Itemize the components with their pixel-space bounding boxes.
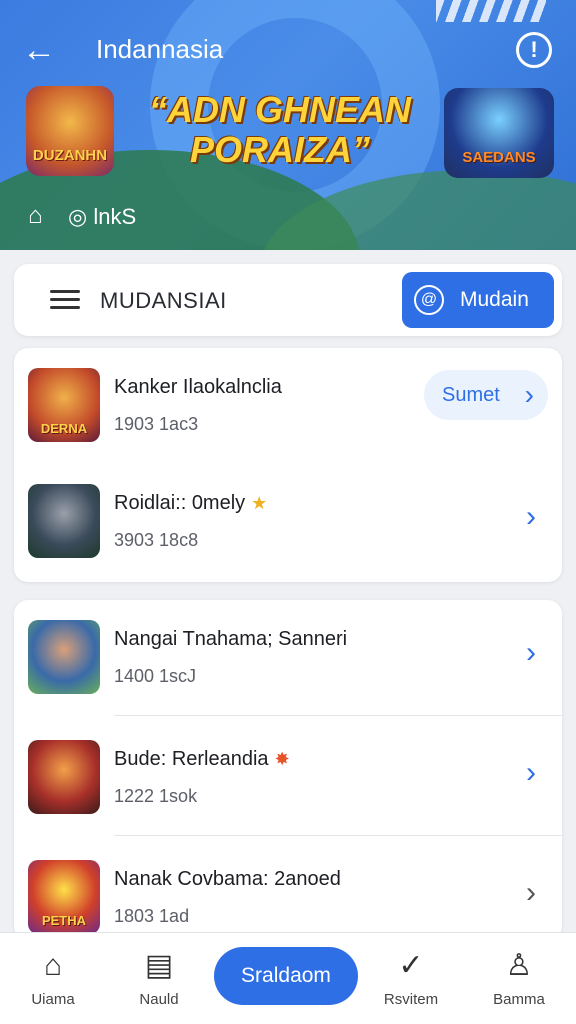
game-thumbnail: DERNA [28,368,100,442]
bottom-navigation: ⌂ Uiama ▤ Nauld Sraldaom ✓ Rsvitem ♙ Bam… [0,932,576,1024]
thumbnail-label: DERNA [40,421,88,436]
item-action-label: Sumet [442,384,500,406]
list-item[interactable]: Bude: Rerleandia ✸ 1222 1sok › [14,720,562,836]
chevron-right-icon[interactable]: › [526,758,536,788]
banner-left-label: DUZANHN [32,147,108,164]
item-title-text: Bude: Rerleandia [114,748,269,770]
toolbar-label: MUDANSIAI [100,288,227,313]
item-subtitle: 1400 1scJ [114,666,197,686]
game-thumbnail [28,620,100,694]
header-banner: ← Indannasia ! DUZANHN “ADN GHNEAN PORAI… [0,0,576,250]
item-title: Nanak Covbama: 2anoed [114,868,341,890]
thumbnail-label: PETHA [41,913,87,928]
star-icon: ★ [251,493,268,513]
list-item[interactable]: Roidlai:: 0mely ★ 3903 18c8 › [14,464,562,580]
profile-icon: ♙ [505,949,533,982]
burst-icon: ✸ [274,749,290,769]
item-subtitle: 1222 1sok [114,786,198,806]
page-title: Indannasia [96,34,224,64]
game-list-card: Nangai Tnahama; Sanneri 1400 1scJ › Bude… [14,600,562,940]
divider [114,715,562,716]
chevron-right-icon[interactable]: › [526,638,536,668]
game-thumbnail [28,484,100,558]
item-subtitle: 3903 18c8 [114,530,199,550]
circle-icon: ◎ [68,204,88,229]
item-title: Nangai Tnahama; Sanneri [114,628,348,650]
links-label: lnkS [93,204,137,229]
home-icon[interactable]: ⌂ [28,202,43,230]
item-title: Bude: Rerleandia ✸ [114,748,290,771]
list-item[interactable]: DERNA Kanker Ilaokalnclia 1903 1ac3 Sume… [14,348,562,464]
banner-right-label: SAEDANS [462,149,536,166]
news-icon: ▤ [144,949,174,982]
home-icon: ⌂ [43,949,63,982]
nav-label: Nauld [139,991,179,1008]
banner-game-image-right[interactable]: SAEDANS [444,88,554,178]
chevron-right-icon[interactable]: › [526,878,536,908]
chevron-right-icon[interactable]: › [526,502,536,532]
item-subtitle: 1903 1ac3 [114,414,199,434]
nav-label: Uiama [31,991,75,1008]
game-thumbnail: PETHA [28,860,100,934]
banner-game-image-left[interactable]: DUZANHN [26,86,114,176]
primary-action-label: Mudain [460,288,529,311]
banner-stripes [436,0,546,22]
list-item[interactable]: Nangai Tnahama; Sanneri 1400 1scJ › [14,600,562,716]
nav-item-profile[interactable]: ♙ Bamma [474,947,564,1008]
game-list-card: DERNA Kanker Ilaokalnclia 1903 1ac3 Sume… [14,348,562,582]
item-title: Kanker Ilaokalnclia [114,376,282,398]
chevron-right-icon: › [524,379,534,410]
menu-icon[interactable] [50,290,80,310]
at-icon: @ [414,285,444,315]
item-title-text: Roidlai:: 0mely [114,492,246,514]
nav-item-news[interactable]: ▤ Nauld [114,947,204,1008]
nav-item-review[interactable]: ✓ Rsvitem [366,947,456,1008]
item-title: Roidlai:: 0mely ★ [114,492,267,515]
info-icon[interactable]: ! [516,32,552,68]
primary-action-button[interactable]: @ Mudain [402,272,554,328]
review-icon: ✓ [398,949,424,982]
nav-label: Rsvitem [383,991,439,1008]
links-link[interactable]: ◎ lnkS [68,204,136,230]
nav-center-button[interactable]: Sraldaom [214,947,358,1005]
nav-item-home[interactable]: ⌂ Uiama [8,947,98,1008]
back-arrow-icon[interactable]: ← [22,30,64,72]
game-thumbnail [28,740,100,814]
item-subtitle: 1803 1ad [114,906,190,926]
item-action-button[interactable]: Sumet › [424,370,548,420]
divider [114,835,562,836]
list-item[interactable]: PETHA Nanak Covbama: 2anoed 1803 1ad › [14,840,562,940]
banner-headline: “ADN GHNEAN PORAIZA” [148,89,411,170]
nav-label: Bamma [493,991,545,1008]
toolbar-card: MUDANSIAI @ Mudain [14,264,562,336]
